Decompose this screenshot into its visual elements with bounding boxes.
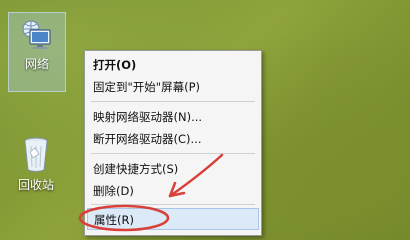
desktop-icon-label: 网络 (24, 57, 49, 71)
menu-separator (91, 204, 255, 205)
menu-separator (91, 101, 255, 102)
menu-item-disconnect-network-drive[interactable]: 断开网络驱动器(C)... (87, 128, 259, 150)
context-menu: 打开(O) 固定到"开始"屏幕(P) 映射网络驱动器(N)... 断开网络驱动器… (84, 50, 262, 236)
menu-separator (91, 153, 255, 154)
network-computer-icon (22, 20, 51, 49)
menu-item-map-network-drive[interactable]: 映射网络驱动器(N)... (87, 106, 259, 128)
menu-item-open[interactable]: 打开(O) (87, 54, 259, 76)
desktop-icon-recycle-bin[interactable]: 回收站 (8, 128, 64, 200)
desktop-icon-label: 回收站 (17, 178, 54, 192)
recycle-bin-icon (24, 137, 48, 172)
menu-item-properties[interactable]: 属性(R) (87, 208, 259, 230)
menu-item-delete[interactable]: 删除(D) (87, 180, 259, 202)
menu-item-pin-to-start[interactable]: 固定到"开始"屏幕(P) (87, 76, 259, 98)
menu-item-create-shortcut[interactable]: 创建快捷方式(S) (87, 158, 259, 180)
desktop-icon-network[interactable]: 网络 (8, 12, 66, 92)
